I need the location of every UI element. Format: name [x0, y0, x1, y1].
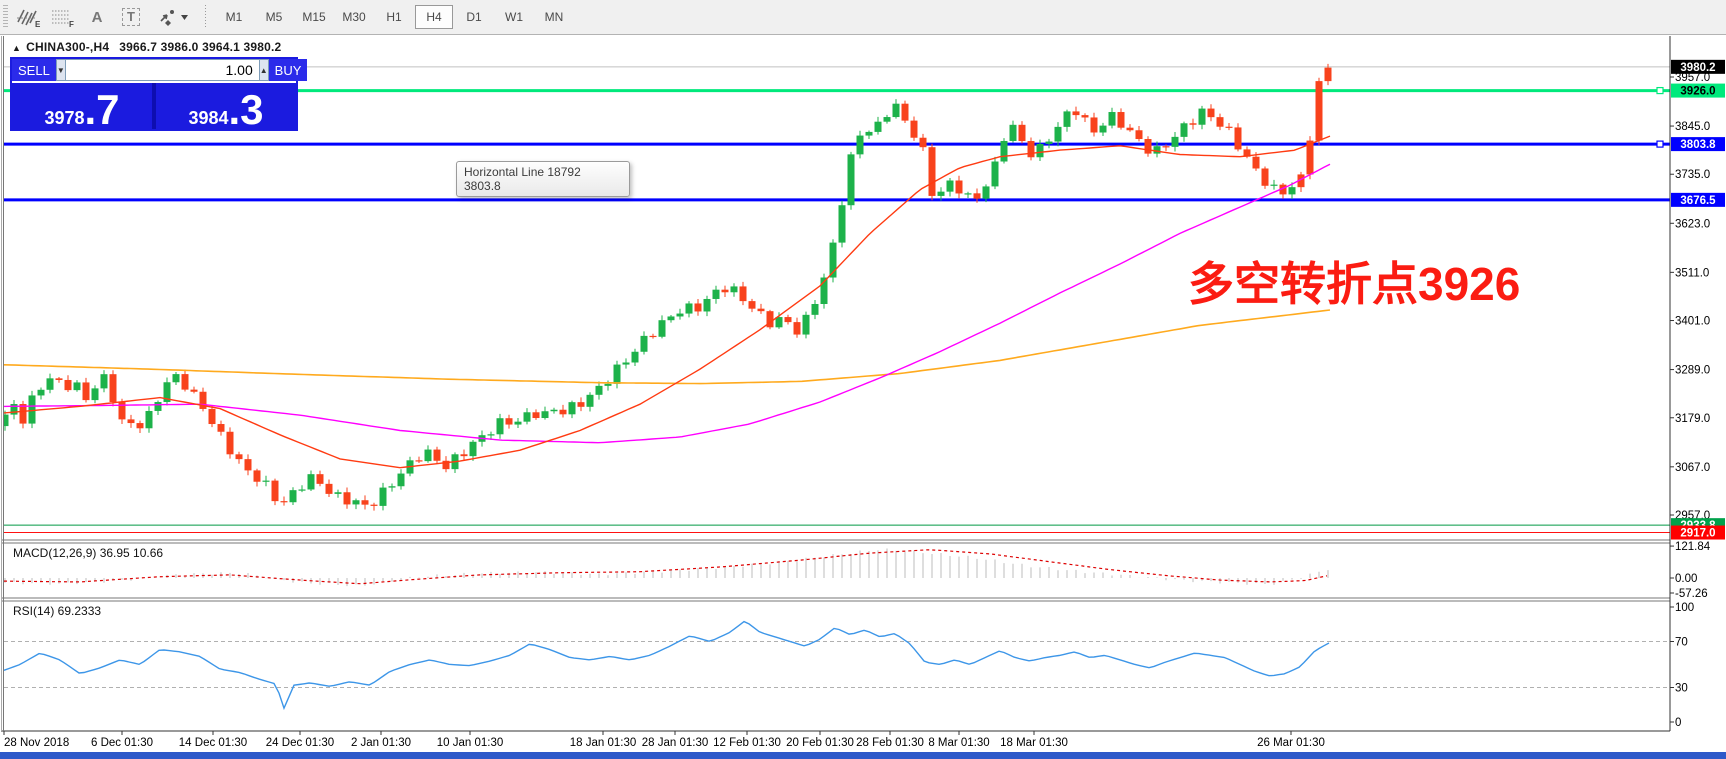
sell-button[interactable]: SELL [12, 59, 56, 81]
svg-text:12 Feb 01:30: 12 Feb 01:30 [713, 737, 781, 749]
indicators-icon: E [16, 6, 42, 28]
svg-text:0.00: 0.00 [1675, 573, 1697, 585]
svg-text:18 Jan 01:30: 18 Jan 01:30 [570, 737, 637, 749]
cursor-a-button[interactable]: A [81, 3, 113, 31]
svg-text:30: 30 [1675, 683, 1688, 695]
text-tool-button[interactable]: T [115, 3, 147, 31]
text-tool-icon: T [122, 8, 140, 26]
sell-price[interactable]: 3978 .7 [12, 83, 152, 129]
svg-text:26 Mar 01:30: 26 Mar 01:30 [1257, 737, 1325, 749]
arrows-tool-button[interactable] [149, 3, 195, 31]
svg-text:3803.8: 3803.8 [1680, 139, 1716, 151]
dropdown-caret-icon [180, 13, 189, 21]
toolbar-separator [202, 5, 208, 29]
price-scale[interactable]: 3957.03845.03735.03623.03511.03401.03289… [1670, 60, 1725, 540]
timeframe-button-m30[interactable]: M30 [335, 5, 373, 29]
volume-decrease-button[interactable]: ▼ [56, 59, 66, 81]
toolbar-drag-handle[interactable] [3, 5, 8, 29]
svg-text:3401.0: 3401.0 [1675, 316, 1710, 328]
time-scale[interactable]: 28 Nov 2018 6 Dec 01:30 14 Dec 01:30 24 Dec… [4, 731, 1325, 749]
volume-input[interactable] [66, 59, 259, 81]
timeframe-button-m1[interactable]: M1 [215, 5, 253, 29]
letter-a-icon: A [92, 9, 103, 26]
svg-text:2 Jan 01:30: 2 Jan 01:30 [351, 737, 411, 749]
horizontal-line-tooltip: Horizontal Line 18792 3803.8 [456, 161, 630, 197]
svg-text:3067.0: 3067.0 [1675, 462, 1710, 474]
volume-increase-button[interactable]: ▲ [259, 59, 269, 81]
svg-text:24 Dec 01:30: 24 Dec 01:30 [266, 737, 334, 749]
annotation-text[interactable]: 多空转折点3926 [1188, 261, 1520, 307]
tooltip-value: 3803.8 [464, 179, 622, 193]
svg-text:-57.26: -57.26 [1675, 588, 1708, 600]
grid-icon: F [50, 6, 76, 28]
svg-text:3289.0: 3289.0 [1675, 365, 1710, 377]
svg-text:121.84: 121.84 [1675, 541, 1711, 553]
svg-text:2917.0: 2917.0 [1680, 528, 1715, 540]
svg-text:10 Jan 01:30: 10 Jan 01:30 [437, 737, 504, 749]
sell-price-fraction: .7 [85, 93, 120, 127]
timeframe-button-h1[interactable]: H1 [375, 5, 413, 29]
timeframe-button-w1[interactable]: W1 [495, 5, 533, 29]
rsi-pane [4, 622, 1670, 709]
timeframe-button-h4[interactable]: H4 [415, 5, 453, 29]
chart-ohlc-values: 3966.7 3986.0 3964.1 3980.2 [119, 40, 281, 54]
svg-text:3623.0: 3623.0 [1675, 218, 1710, 230]
svg-text:3926.0: 3926.0 [1680, 86, 1715, 98]
chart-window: 3957.03845.03735.03623.03511.03401.03289… [0, 35, 1726, 759]
panel-frames [1, 36, 1670, 731]
svg-text:28 Feb 01:30: 28 Feb 01:30 [856, 737, 924, 749]
line-anchor-handle[interactable] [1657, 141, 1663, 147]
collapse-triangle-icon[interactable]: ▲ [12, 43, 21, 53]
svg-text:E: E [35, 20, 41, 28]
svg-text:14 Dec 01:30: 14 Dec 01:30 [179, 737, 247, 749]
one-click-trade-panel: SELL ▼ ▲ BUY 3978 .7 3984 .3 [10, 57, 298, 131]
buy-price[interactable]: 3984 .3 [156, 83, 296, 129]
svg-text:3980.2: 3980.2 [1680, 62, 1715, 74]
line-anchor-handle[interactable] [1657, 88, 1663, 94]
moving-averages-layer [4, 136, 1330, 468]
svg-text:70: 70 [1675, 637, 1688, 649]
buy-price-fraction: .3 [229, 93, 264, 127]
arrows-tool-icon [156, 7, 180, 27]
svg-text:0: 0 [1675, 717, 1681, 729]
bottom-bar [0, 752, 1726, 759]
rsi-label: RSI(14) 69.2333 [13, 604, 101, 618]
buy-button[interactable]: BUY [269, 59, 308, 81]
timeframe-button-m5[interactable]: M5 [255, 5, 293, 29]
svg-text:6 Dec 01:30: 6 Dec 01:30 [91, 737, 153, 749]
svg-text:3676.5: 3676.5 [1680, 195, 1716, 207]
svg-text:3511.0: 3511.0 [1675, 267, 1709, 279]
svg-text:3735.0: 3735.0 [1675, 169, 1710, 181]
svg-text:3179.0: 3179.0 [1675, 413, 1710, 425]
svg-text:8 Mar 01:30: 8 Mar 01:30 [928, 737, 989, 749]
svg-text:100: 100 [1675, 602, 1694, 614]
indicators-button[interactable]: E [13, 3, 45, 31]
svg-text:F: F [69, 20, 74, 28]
toolbar: E F A T M1 M5 M15 M30 H1 H4 D1 W1 MN [0, 0, 1726, 35]
timeframe-button-d1[interactable]: D1 [455, 5, 493, 29]
chart-canvas[interactable]: 3957.03845.03735.03623.03511.03401.03289… [0, 35, 1726, 759]
svg-text:18 Mar 01:30: 18 Mar 01:30 [1000, 737, 1068, 749]
svg-text:3845.0: 3845.0 [1675, 121, 1710, 133]
tooltip-title: Horizontal Line 18792 [464, 165, 622, 179]
svg-text:28 Nov 2018: 28 Nov 2018 [4, 737, 69, 749]
sell-price-main: 3978 [44, 109, 84, 127]
svg-text:20 Feb 01:30: 20 Feb 01:30 [786, 737, 854, 749]
macd-label: MACD(12,26,9) 36.95 10.66 [13, 546, 163, 560]
chart-symbol: CHINA300-,H4 [26, 40, 109, 54]
timeframe-button-m15[interactable]: M15 [295, 5, 333, 29]
horizontal-lines-layer[interactable] [4, 91, 1670, 533]
timeframe-button-mn[interactable]: MN [535, 5, 573, 29]
grid-button[interactable]: F [47, 3, 79, 31]
svg-text:28 Jan 01:30: 28 Jan 01:30 [642, 737, 709, 749]
indicator-scales[interactable]: 121.84 0.00 -57.26 100 70 30 0 [1670, 541, 1711, 729]
macd-pane [4, 548, 1328, 586]
buy-price-main: 3984 [188, 109, 228, 127]
chart-title: ▲ CHINA300-,H4 3966.7 3986.0 3964.1 3980.2 [12, 40, 281, 54]
